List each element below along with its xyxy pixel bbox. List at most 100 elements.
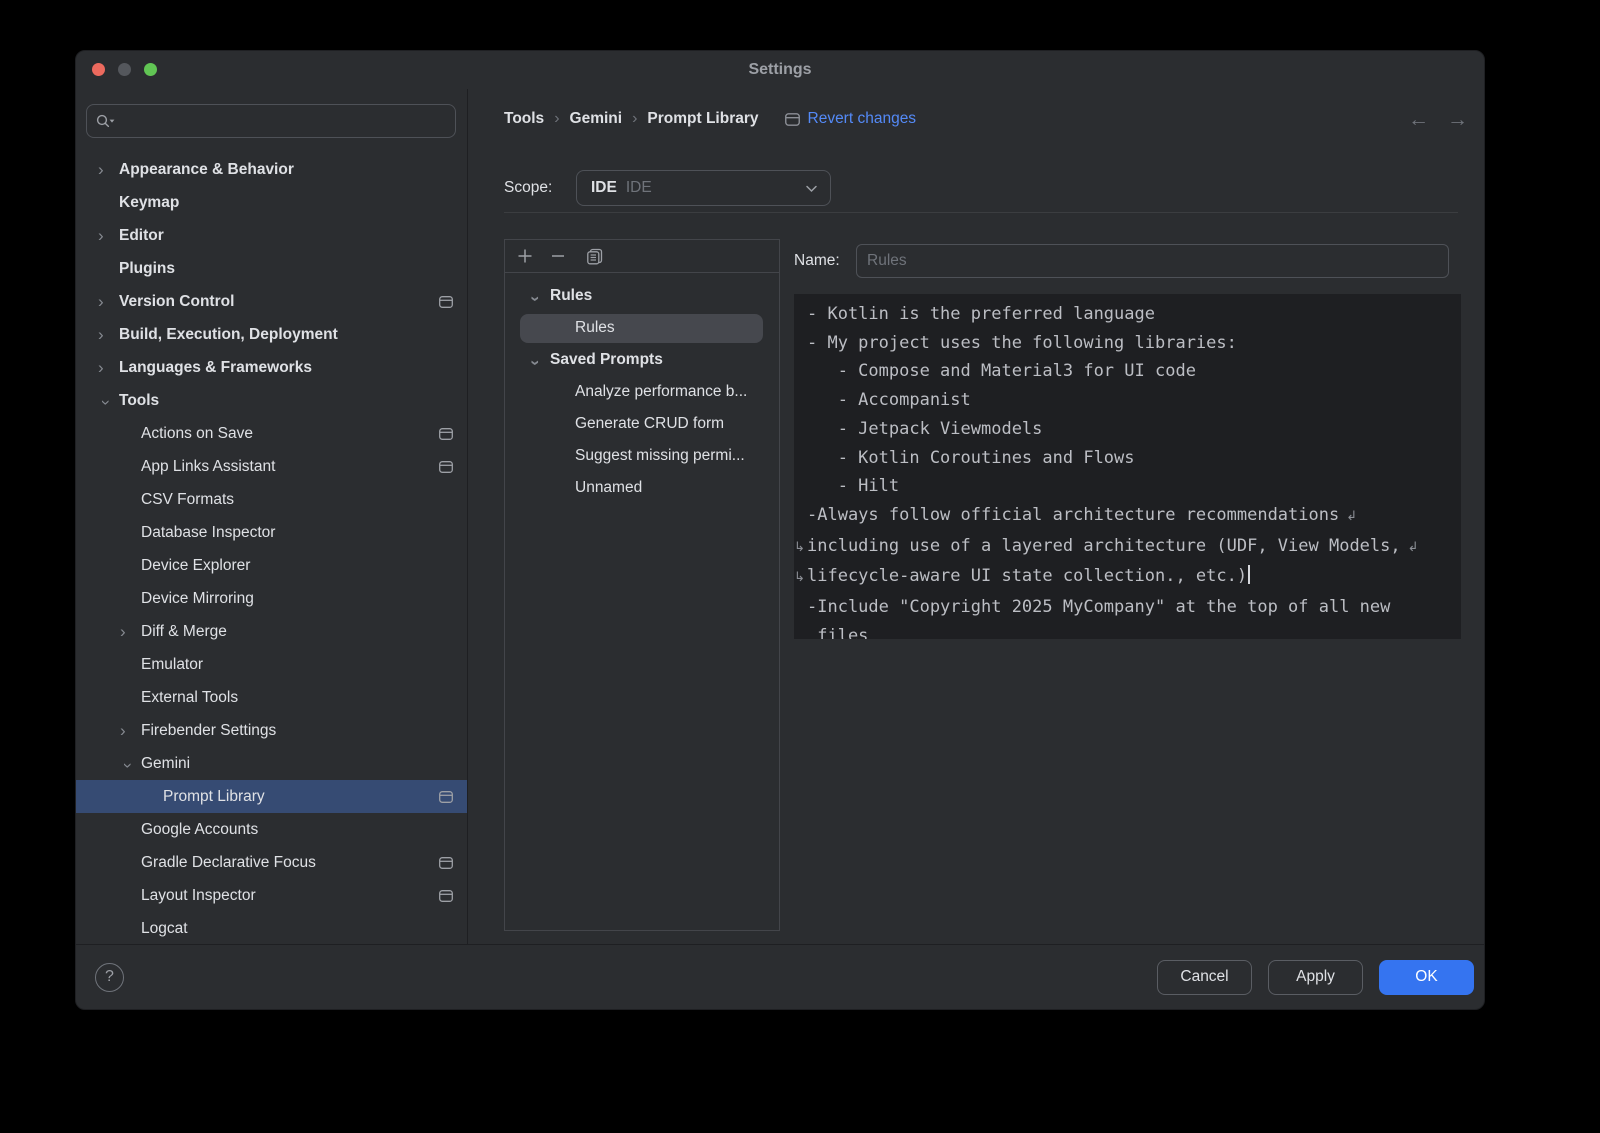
sidebar-item-database-inspector[interactable]: ›Database Inspector	[76, 516, 467, 549]
breadcrumb: Tools › Gemini › Prompt Library Revert c…	[504, 103, 1468, 135]
scope-label: Scope:	[504, 179, 576, 197]
chevron-right-icon[interactable]: ›	[98, 161, 119, 178]
sidebar-item-label: Plugins	[119, 260, 175, 278]
sidebar-item-firebender-settings[interactable]: ›Firebender Settings	[76, 714, 467, 747]
chevron-right-icon[interactable]: ›	[98, 326, 119, 343]
sidebar-item-editor[interactable]: ›Editor	[76, 219, 467, 252]
prompt-tree: ›Rules Rules › Saved Prompts Analyze perform…	[505, 273, 779, 504]
sidebar-item-logcat[interactable]: ›Logcat	[76, 912, 467, 944]
sidebar-item-label: Gradle Declarative Focus	[141, 854, 316, 872]
sidebar-item-languages-frameworks[interactable]: ›Languages & Frameworks	[76, 351, 467, 384]
sidebar-item-app-links-assistant[interactable]: ›App Links Assistant	[76, 450, 467, 483]
prompt-name-input[interactable]	[856, 244, 1449, 278]
settings-tree: ›Appearance & Behavior›Keymap›Editor›Plu…	[76, 153, 467, 944]
sidebar-item-label: Layout Inspector	[141, 887, 256, 905]
sidebar-item-label: Gemini	[141, 755, 190, 773]
editor-line: - My project uses the following librarie…	[807, 329, 1448, 358]
sidebar-item-label: Actions on Save	[141, 425, 253, 443]
sidebar-item-label: Diff & Merge	[141, 623, 227, 641]
chevron-right-icon[interactable]: ›	[120, 623, 141, 640]
prompt-tree-item-unnamed[interactable]: Unnamed	[505, 472, 779, 504]
cancel-button[interactable]: Cancel	[1157, 960, 1252, 995]
prompt-tree-item-label: Rules	[575, 319, 615, 337]
revert-changes-group: Revert changes	[785, 110, 917, 128]
help-button[interactable]: ?	[95, 963, 124, 992]
sidebar-item-build-execution-deployment[interactable]: ›Build, Execution, Deployment	[76, 318, 467, 351]
add-prompt-button[interactable]	[513, 244, 537, 268]
settings-dialog: Settings ›Appearance & Behavior›Keymap›E…	[75, 50, 1485, 1010]
chevron-right-icon[interactable]: ›	[120, 722, 141, 739]
forward-arrow-icon[interactable]: →	[1447, 109, 1468, 130]
sidebar-item-version-control[interactable]: ›Version Control	[76, 285, 467, 318]
ide-settings-icon	[785, 113, 800, 126]
sidebar-item-label: Google Accounts	[141, 821, 258, 839]
sidebar-item-device-explorer[interactable]: ›Device Explorer	[76, 549, 467, 582]
sidebar-item-gradle-declarative-focus[interactable]: ›Gradle Declarative Focus	[76, 846, 467, 879]
ide-settings-icon	[439, 857, 453, 869]
editor-line: - Accompanist	[807, 386, 1448, 415]
editor-line-text: files	[807, 626, 868, 639]
sidebar-item-actions-on-save[interactable]: ›Actions on Save	[76, 417, 467, 450]
prompt-tree-item-label: Saved Prompts	[550, 351, 663, 369]
prompt-tree-item-rules[interactable]: Rules	[505, 312, 779, 344]
sidebar-item-csv-formats[interactable]: ›CSV Formats	[76, 483, 467, 516]
sidebar-item-google-accounts[interactable]: ›Google Accounts	[76, 813, 467, 846]
settings-search-field[interactable]	[86, 104, 456, 138]
prompt-tree-item-analyze-performance-b[interactable]: Analyze performance b...	[505, 376, 779, 408]
section-divider	[504, 212, 1458, 213]
ok-button[interactable]: OK	[1379, 960, 1474, 995]
sidebar-item-external-tools[interactable]: ›External Tools	[76, 681, 467, 714]
search-input[interactable]	[122, 113, 447, 130]
prompt-tree-item-rules-group[interactable]: ›Rules	[505, 280, 779, 312]
rules-text-editor[interactable]: - Kotlin is the preferred language- My p…	[794, 294, 1461, 639]
prompt-tree-item-saved-prompts-group[interactable]: › Saved Prompts	[505, 344, 779, 376]
ide-settings-icon	[439, 428, 453, 440]
apply-button[interactable]: Apply	[1268, 960, 1363, 995]
chevron-down-icon[interactable]: ›	[528, 287, 545, 310]
prompt-tree-item-label: Unnamed	[575, 479, 642, 497]
remove-prompt-button[interactable]	[546, 244, 570, 268]
editor-line: - Hilt	[807, 472, 1448, 501]
breadcrumb-tools[interactable]: Tools	[504, 110, 544, 128]
prompt-tree-item-suggest-missing-permi[interactable]: Suggest missing permi...	[505, 440, 779, 472]
prompt-tree-item-generate-crud-form[interactable]: Generate CRUD form	[505, 408, 779, 440]
editor-line-text: - Kotlin Coroutines and Flows	[807, 448, 1135, 468]
sidebar-item-diff-merge[interactable]: ›Diff & Merge	[76, 615, 467, 648]
chevron-down-icon[interactable]: ›	[98, 392, 115, 413]
sidebar-item-keymap[interactable]: ›Keymap	[76, 186, 467, 219]
search-icon	[95, 113, 116, 129]
sidebar-item-label: Firebender Settings	[141, 722, 276, 740]
breadcrumb-separator-icon: ›	[554, 110, 559, 128]
sidebar-item-gemini[interactable]: ›Gemini	[76, 747, 467, 780]
name-row: Name:	[794, 244, 1449, 278]
prompt-list-toolbar	[505, 240, 779, 273]
sidebar-item-tools[interactable]: ›Tools	[76, 384, 467, 417]
breadcrumb-gemini[interactable]: Gemini	[570, 110, 623, 128]
scope-dropdown[interactable]: IDE IDE	[576, 170, 831, 206]
chevron-down-icon[interactable]: ›	[528, 351, 545, 374]
editor-line-text: - My project uses the following librarie…	[807, 333, 1237, 353]
revert-changes-link[interactable]: Revert changes	[808, 110, 917, 128]
sidebar-item-emulator[interactable]: ›Emulator	[76, 648, 467, 681]
sidebar-item-prompt-library[interactable]: ›Prompt Library	[76, 780, 467, 813]
sidebar-item-plugins[interactable]: ›Plugins	[76, 252, 467, 285]
chevron-right-icon[interactable]: ›	[98, 359, 119, 376]
editor-line-text: -Always follow official architecture rec…	[807, 505, 1339, 525]
chevron-right-icon[interactable]: ›	[98, 227, 119, 244]
back-arrow-icon[interactable]: ←	[1408, 109, 1429, 130]
scope-selected-value: IDE	[626, 179, 652, 197]
sidebar-item-device-mirroring[interactable]: ›Device Mirroring	[76, 582, 467, 615]
chevron-right-icon[interactable]: ›	[98, 293, 119, 310]
chevron-down-icon	[805, 184, 818, 193]
breadcrumb-prompt-library[interactable]: Prompt Library	[647, 110, 758, 128]
sidebar-item-label: Emulator	[141, 656, 203, 674]
editor-line-text: - Accompanist	[807, 390, 971, 410]
sidebar-item-layout-inspector[interactable]: ›Layout Inspector	[76, 879, 467, 912]
sidebar-item-appearance-behavior[interactable]: ›Appearance & Behavior	[76, 153, 467, 186]
copy-prompt-button[interactable]	[582, 244, 606, 268]
soft-wrap-end-icon: ↲	[1346, 509, 1357, 524]
editor-line-text: - Jetpack Viewmodels	[807, 419, 1042, 439]
scope-selected-prefix: IDE	[591, 179, 617, 197]
chevron-down-icon[interactable]: ›	[120, 755, 137, 776]
editor-line: - Kotlin Coroutines and Flows	[807, 444, 1448, 473]
